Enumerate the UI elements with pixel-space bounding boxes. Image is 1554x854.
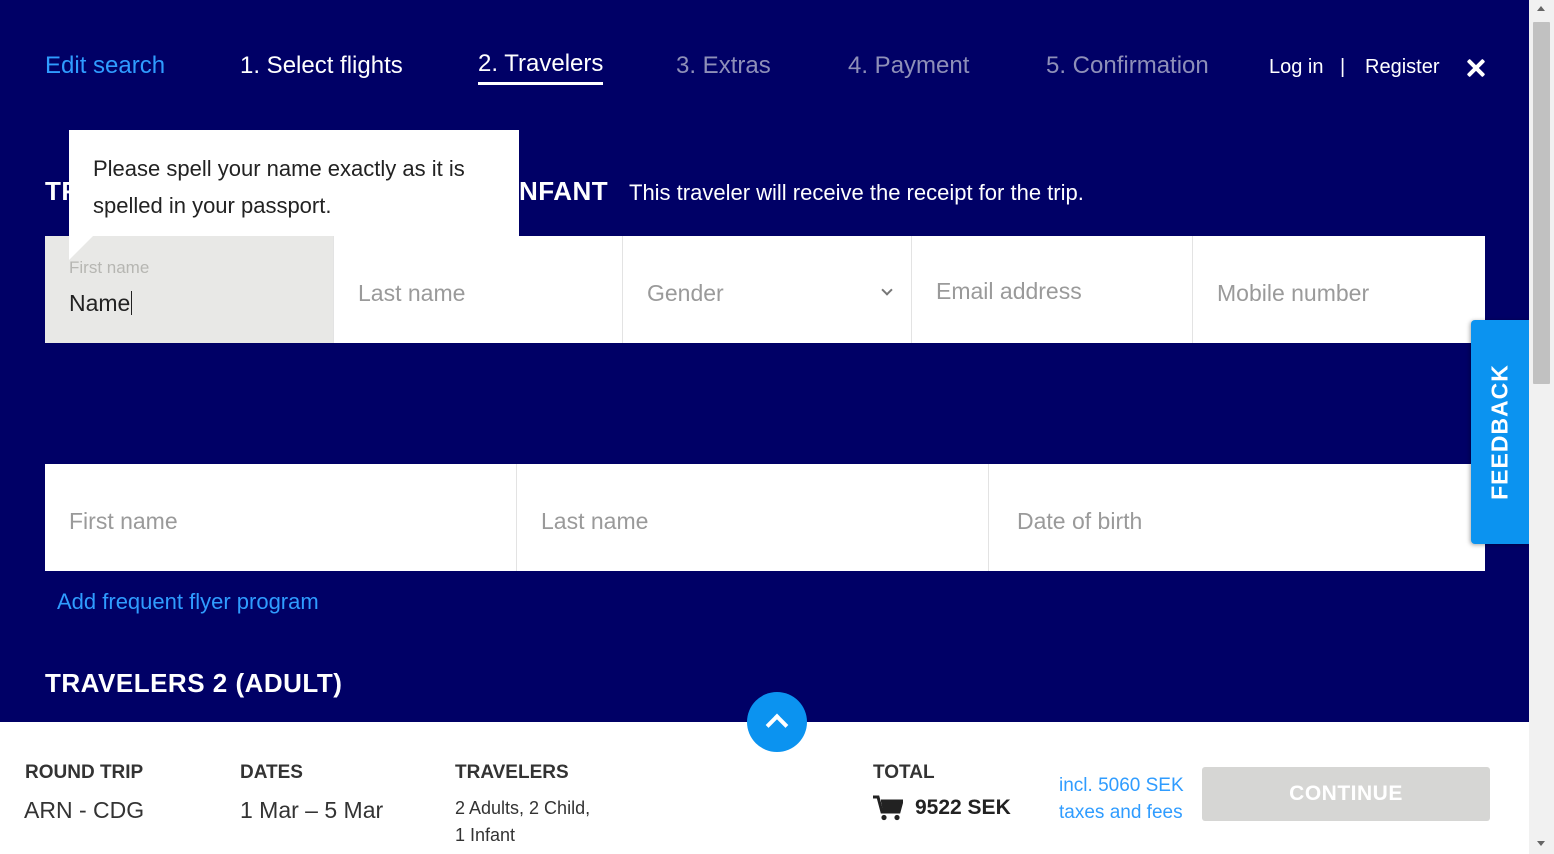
register-link[interactable]: Register [1365,56,1439,79]
travelers-2-heading: TRAVELERS 2 (ADULT) [45,668,343,698]
close-icon[interactable] [1464,56,1488,80]
travelers-value: 2 Adults, 2 Child, 1 Infant [455,795,590,849]
mobile-number-field[interactable]: Mobile number [1193,236,1485,343]
chevron-down-icon [881,284,893,296]
travelers-label: TRAVELERS [455,762,569,783]
email-placeholder: Email address [936,278,1082,304]
infant-row: First name Last name Date of birth [45,464,1485,571]
nav-separator: | [1340,56,1346,78]
chevron-up-icon[interactable] [747,692,807,752]
page-scrollbar[interactable] [1529,0,1554,854]
dates-value: 1 Mar – 5 Mar [240,797,384,823]
gender-select[interactable]: Gender [623,236,912,343]
scroll-down-arrow-icon[interactable] [1537,841,1545,846]
login-link[interactable]: Log in [1269,56,1324,79]
continue-button[interactable]: CONTINUE [1202,767,1490,821]
total-price: 9522 SEK [915,796,1011,819]
last-name-placeholder: Last name [358,280,466,306]
infant-first-name-field[interactable]: First name [45,464,517,571]
infant-last-name-placeholder: Last name [541,508,649,534]
taxes-fees-link[interactable]: incl. 5060 SEK taxes and fees [1059,772,1184,826]
edit-search-link[interactable]: Edit search [45,52,165,80]
step-travelers[interactable]: 2. Travelers [478,50,604,85]
add-frequent-flyer-link[interactable]: Add frequent flyer program [57,589,319,615]
total-label: TOTAL [873,762,935,783]
cart-icon [873,795,903,821]
scroll-up-arrow-icon[interactable] [1537,6,1545,11]
infant-last-name-field[interactable]: Last name [517,464,989,571]
receipt-note: This traveler will receive the receipt f… [629,180,1084,205]
infant-first-name-placeholder: First name [69,508,178,534]
tooltip-text: Please spell your name exactly as it is … [93,156,465,218]
dates-label: DATES [240,762,303,783]
top-nav: Edit search 1. Select flights 2. Travele… [0,48,1529,90]
step-confirmation: 5. Confirmation [1046,52,1209,79]
gender-placeholder: Gender [647,280,724,306]
email-field[interactable]: Email address [912,236,1193,343]
step-extras: 3. Extras [676,52,771,79]
first-name-label: First name [69,258,150,277]
travelers-line-2: 1 Infant [455,825,516,845]
scrollbar-thumb[interactable] [1533,22,1550,384]
trip-type-label: ROUND TRIP [25,762,144,783]
traveler-1-contact-row: First name Name Last name Gender Email a… [45,236,1485,343]
first-name-value: Name [69,290,131,316]
step-select-flights[interactable]: 1. Select flights [240,52,403,80]
date-of-birth-field[interactable]: Date of birth [989,464,1485,571]
feedback-label: FEEDBACK [1486,364,1513,500]
booking-page: Edit search 1. Select flights 2. Travele… [0,0,1529,722]
last-name-field[interactable]: Last name [334,236,623,343]
mobile-placeholder: Mobile number [1217,280,1370,306]
passport-name-tooltip: Please spell your name exactly as it is … [69,130,519,260]
travelers-line-1: 2 Adults, 2 Child, [455,798,591,818]
date-of-birth-placeholder: Date of birth [1017,508,1143,534]
feedback-tab[interactable]: FEEDBACK [1471,320,1529,544]
taxes-line-2: taxes and fees [1059,802,1183,823]
step-payment: 4. Payment [848,52,970,79]
route-value: ARN - CDG [24,797,145,823]
traveler-heading-suffix: NFANT [519,176,609,206]
taxes-line-1: incl. 5060 SEK [1059,775,1184,796]
